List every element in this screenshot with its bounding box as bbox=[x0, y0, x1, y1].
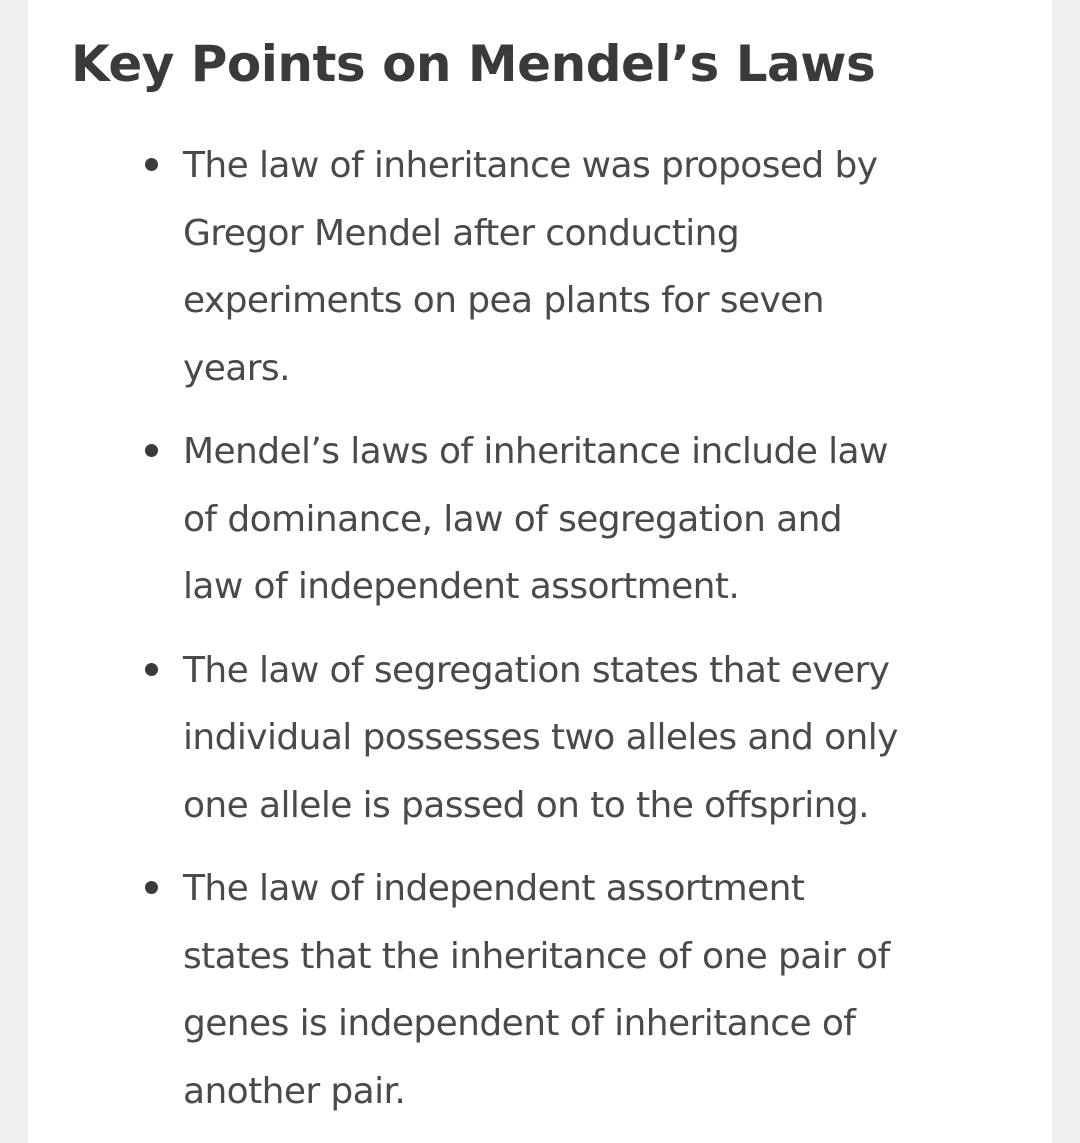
list-item-line: years. bbox=[183, 347, 291, 389]
content-card: Key Points on Mendel’s Laws The law of i… bbox=[28, 0, 1052, 1143]
bullet-icon bbox=[145, 662, 158, 676]
list-item-line: The law of independent assortment bbox=[183, 868, 805, 909]
bullet-icon bbox=[145, 158, 158, 171]
list-item: Mendel’s laws of inheritance include law… bbox=[145, 418, 1023, 621]
list-item-line: The law of inheritance was proposed by bbox=[183, 145, 878, 186]
list-item-line: individual possesses two alleles and onl… bbox=[183, 717, 898, 758]
list-item-line: law of independent assortment. bbox=[183, 566, 740, 607]
list-item-line: The law of segregation states that every bbox=[183, 649, 890, 691]
list-item-line: Mendel’s laws of inheritance include law bbox=[183, 431, 888, 472]
list-item: The law of segregation states that every… bbox=[145, 637, 1023, 840]
list-item: The law of inheritance was proposed by G… bbox=[145, 132, 1023, 402]
list-item-line: another pair. bbox=[183, 1070, 406, 1112]
key-points-list: The law of inheritance was proposed by G… bbox=[145, 132, 1023, 1141]
list-item-line: one allele is passed on to the offspring… bbox=[183, 784, 870, 826]
bullet-icon bbox=[145, 444, 158, 457]
bullet-icon bbox=[145, 881, 158, 894]
list-item-line: genes is independent of inheritance of bbox=[183, 1003, 856, 1044]
list-item-line: of dominance, law of segregation and bbox=[183, 498, 843, 540]
page-title: Key Points on Mendel’s Laws bbox=[71, 35, 876, 93]
list-item-line: Gregor Mendel after conducting bbox=[183, 212, 740, 254]
list-item-line: states that the inheritance of one pair … bbox=[183, 935, 890, 977]
list-item: The law of independent assortment states… bbox=[145, 855, 1023, 1125]
list-item-line: experiments on pea plants for seven bbox=[183, 280, 825, 321]
